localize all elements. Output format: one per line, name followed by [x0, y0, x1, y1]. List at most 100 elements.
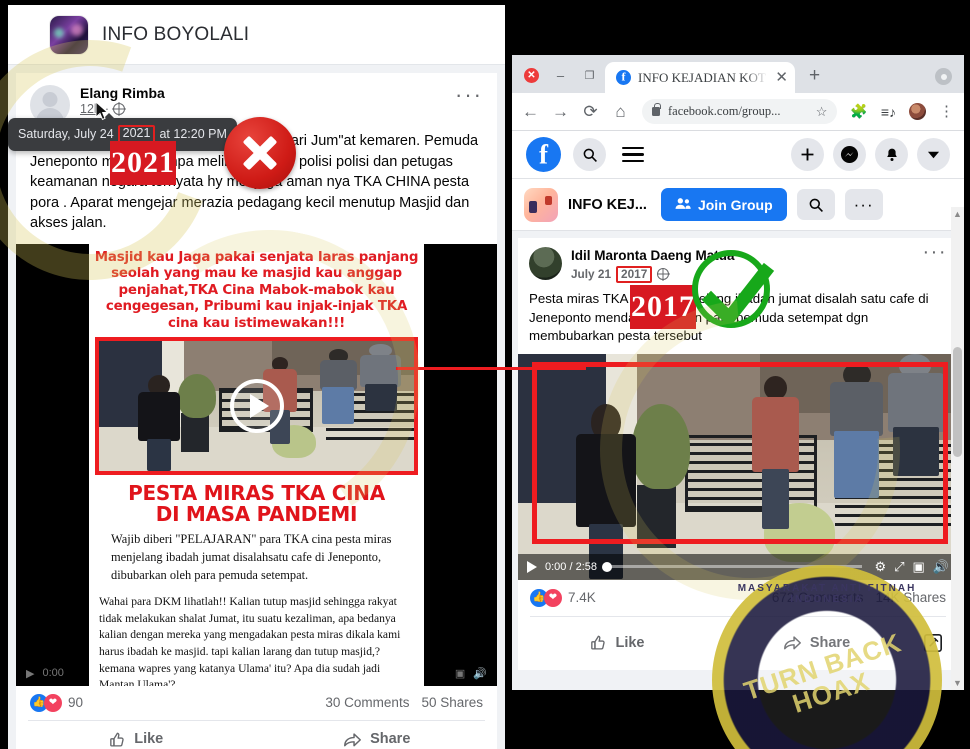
- left-share-count[interactable]: 50 Shares: [421, 695, 483, 710]
- page-scrollbar[interactable]: ▲ ▼: [951, 207, 964, 690]
- infographic-title-line1: PESTA MIRAS TKA CINA: [128, 481, 385, 506]
- right-post-year-highlight: 2017: [616, 266, 653, 283]
- reading-list-icon[interactable]: ≡♪: [881, 104, 896, 120]
- date-stamp-2021: 2021: [110, 141, 176, 185]
- left-share-button[interactable]: Share: [257, 731, 498, 748]
- right-share-count[interactable]: 14K Shares: [875, 590, 946, 605]
- browser-profile-icon[interactable]: [935, 68, 952, 85]
- expand-icon[interactable]: ⤢: [894, 559, 904, 575]
- right-share-label: Share: [809, 634, 851, 651]
- three-dot-menu-icon[interactable]: ⋮: [939, 104, 954, 119]
- ellipsis-icon[interactable]: ···: [923, 242, 947, 262]
- bell-icon[interactable]: [875, 138, 908, 171]
- play-button-icon[interactable]: [229, 379, 284, 434]
- infographic-title: PESTA MIRAS TKA CINA DI MASA PANDEMI: [89, 475, 424, 531]
- back-arrow-icon[interactable]: ←: [522, 103, 539, 120]
- reaction-icons: 👍 ❤: [30, 693, 62, 712]
- right-video-scene: [518, 353, 958, 580]
- tab-close-icon[interactable]: ✕: [775, 70, 788, 85]
- right-reaction-count[interactable]: 7.4K: [568, 590, 596, 605]
- left-infographic-image[interactable]: Masjid kau Jaga pakai senjata laras panj…: [16, 243, 497, 686]
- infographic-paragraph-1: Wajib diberi "PELAJARAN" para TKA cina p…: [111, 532, 392, 583]
- puzzle-piece-icon[interactable]: 🧩: [850, 103, 867, 120]
- facebook-page-content: INFO KEJ... Join Group: [512, 131, 964, 690]
- right-comment-count[interactable]: 672 Comments: [772, 590, 864, 605]
- group-search-button[interactable]: [796, 189, 835, 220]
- picture-in-picture-icon[interactable]: ▣: [455, 667, 465, 680]
- green-check-badge: [692, 250, 775, 328]
- tooltip-suffix: at 12:20 PM: [159, 126, 227, 141]
- address-bar[interactable]: facebook.com/group... ☆: [642, 99, 838, 124]
- chevron-down-icon[interactable]: [917, 138, 950, 171]
- plus-icon[interactable]: [791, 138, 824, 171]
- group-more-button[interactable]: ···: [844, 189, 883, 220]
- ellipsis-icon[interactable]: ···: [455, 84, 483, 106]
- speaker-icon[interactable]: 🔊: [933, 559, 949, 575]
- window-minimize-icon[interactable]: –: [553, 68, 568, 83]
- red-connector-line: [396, 367, 586, 370]
- facebook-logo-icon[interactable]: [526, 137, 561, 172]
- right-group-name[interactable]: INFO KEJ...: [568, 197, 647, 213]
- user-avatar-icon[interactable]: [909, 103, 926, 120]
- window-close-icon[interactable]: ✕: [524, 68, 539, 83]
- scroll-down-arrow-icon[interactable]: ▼: [951, 678, 964, 688]
- infographic-red-headline: Masjid kau Jaga pakai senjata laras panj…: [94, 249, 419, 331]
- red-x-badge: [224, 117, 296, 189]
- group-avatar: [524, 187, 558, 222]
- messenger-icon[interactable]: [833, 138, 866, 171]
- facebook-favicon-icon: [616, 70, 631, 85]
- share-arrow-icon: [783, 634, 802, 651]
- left-like-label: Like: [134, 731, 164, 748]
- left-share-label: Share: [370, 731, 411, 748]
- left-group-header: INFO BOYOLALI: [8, 5, 505, 65]
- forward-arrow-icon[interactable]: →: [552, 103, 569, 120]
- edit-pencil-icon[interactable]: [916, 626, 950, 660]
- hamburger-menu-icon[interactable]: [622, 146, 644, 163]
- facebook-group-bar: INFO KEJ... Join Group ···: [512, 179, 964, 231]
- new-tab-plus-icon[interactable]: +: [795, 66, 820, 93]
- video-time: 0:00: [42, 667, 64, 680]
- reload-icon[interactable]: ⟳: [582, 103, 599, 120]
- left-like-button[interactable]: Like: [16, 731, 257, 748]
- picture-in-picture-icon[interactable]: ▣: [913, 559, 925, 575]
- left-highlight-red-box: [95, 337, 418, 476]
- scroll-up-arrow-icon[interactable]: ▲: [951, 209, 964, 219]
- scrollbar-thumb[interactable]: [953, 347, 962, 457]
- right-video-player[interactable]: 0:00 / 2:58 ⚙ ⤢ ▣ 🔊: [518, 353, 958, 580]
- group-photo-avatar: [50, 15, 88, 54]
- thumbs-up-outline-icon: [109, 731, 126, 748]
- screenshot-root: INFO BOYOLALI Elang Rimba 12h · ··· hari…: [0, 0, 970, 749]
- right-like-button[interactable]: Like: [518, 634, 717, 651]
- video-progress-knob[interactable]: [602, 561, 612, 572]
- gear-icon[interactable]: ⚙: [874, 559, 886, 575]
- left-post-footer: 👍 ❤ 90 30 Comments 50 Shares Like Share: [16, 685, 497, 749]
- tooltip-prefix: Saturday, July 24: [18, 126, 114, 141]
- left-group-name: INFO BOYOLALI: [102, 23, 250, 45]
- date-stamp-2017: 2017: [630, 285, 696, 329]
- facebook-top-bar: [512, 131, 964, 179]
- left-post-author[interactable]: Elang Rimba: [80, 85, 445, 101]
- right-share-button[interactable]: Share: [717, 634, 916, 651]
- right-action-row: Like Share: [518, 617, 958, 670]
- globe-icon: [657, 268, 670, 281]
- video-progress-slider[interactable]: [602, 561, 863, 572]
- window-maximize-icon[interactable]: ❐: [582, 68, 597, 83]
- play-icon[interactable]: ▶: [26, 667, 34, 680]
- search-icon[interactable]: [573, 138, 606, 171]
- left-comment-count[interactable]: 30 Comments: [325, 695, 409, 710]
- home-icon[interactable]: ⌂: [612, 103, 629, 120]
- facebook-top-right-actions: [791, 138, 950, 171]
- right-post-date-prefix[interactable]: July 21: [571, 267, 611, 281]
- speaker-icon[interactable]: 🔊: [473, 667, 487, 680]
- play-icon[interactable]: [527, 560, 537, 573]
- share-arrow-icon: [343, 731, 362, 748]
- left-reaction-count[interactable]: 90: [68, 695, 83, 710]
- left-reactions-row: 👍 ❤ 90 30 Comments 50 Shares: [16, 686, 497, 720]
- star-icon[interactable]: ☆: [816, 104, 828, 120]
- infographic-title-line2: DI MASA PANDEMI: [155, 502, 358, 527]
- left-action-row: Like Share: [16, 721, 497, 749]
- join-group-button[interactable]: Join Group: [660, 188, 787, 221]
- join-group-label: Join Group: [697, 196, 773, 213]
- browser-tab[interactable]: INFO KEJADIAN KOT ✕: [605, 62, 795, 93]
- browser-tab-strip: ✕ – ❐ INFO KEJADIAN KOT ✕ +: [512, 55, 964, 93]
